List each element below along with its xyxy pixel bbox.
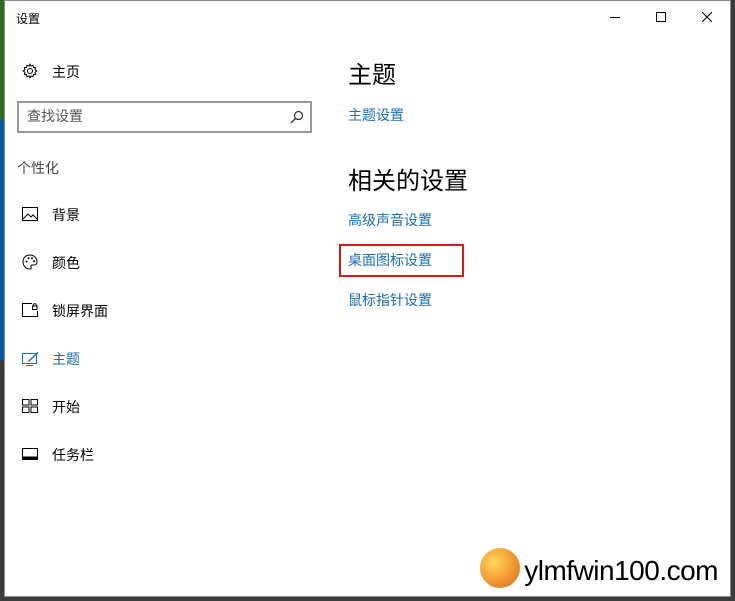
lock-screen-icon [21, 302, 39, 318]
palette-icon [21, 254, 39, 270]
sidebar-item-background[interactable]: 背景 [5, 194, 325, 234]
gear-icon [21, 63, 39, 79]
sidebar: 主页 个性化 背景 [5, 33, 325, 596]
watermark-logo-icon [480, 548, 521, 588]
sidebar-item-colors[interactable]: 颜色 [5, 242, 325, 282]
window-title: 设置 [16, 12, 41, 26]
desktop-icon-settings-link[interactable]: 桌面图标设置 [348, 250, 432, 270]
sidebar-item-theme[interactable]: 主题 [5, 338, 325, 378]
search-input[interactable] [27, 108, 277, 126]
sidebar-item-home[interactable]: 主页 [5, 51, 325, 91]
start-tiles-icon [21, 398, 39, 414]
advanced-sound-settings-link[interactable]: 高级声音设置 [348, 210, 432, 230]
sidebar-item-label: 颜色 [52, 256, 80, 272]
related-settings-heading: 相关的设置 [348, 167, 468, 195]
theme-settings-link[interactable]: 主题设置 [348, 105, 404, 125]
section-label: 个性化 [17, 161, 59, 177]
settings-window: 设置 主页 查找设置 个性化 背景 颜色 锁屏界面 主题 开始 任务栏 主题 主… [4, 0, 731, 597]
sidebar-item-start[interactable]: 开始 [5, 386, 325, 426]
minimize-button[interactable] [592, 1, 638, 33]
sidebar-item-label: 主页 [52, 65, 80, 81]
sidebar-item-label: 主题 [52, 352, 80, 368]
main-content: 主题 主题设置 相关的设置 高级声音设置 桌面图标设置 鼠标指针设置 [325, 33, 730, 596]
taskbar-icon [21, 446, 39, 462]
theme-heading: 主题 [348, 61, 396, 89]
search-icon[interactable] [290, 109, 304, 128]
maximize-button[interactable] [638, 1, 684, 33]
picture-icon [21, 206, 39, 222]
title-bar[interactable]: 设置 [5, 1, 730, 33]
close-button[interactable] [684, 1, 730, 33]
watermark: ylmfwin100.com [480, 548, 718, 588]
close-icon [702, 12, 712, 22]
minimize-icon [610, 17, 620, 18]
search-box[interactable] [17, 101, 312, 133]
sidebar-item-label: 锁屏界面 [52, 304, 108, 320]
mouse-pointer-settings-link[interactable]: 鼠标指针设置 [348, 290, 432, 310]
maximize-icon [656, 12, 666, 22]
watermark-text: ylmfwin100.com [524, 555, 718, 586]
theme-icon [21, 350, 39, 366]
sidebar-item-taskbar[interactable]: 任务栏 [5, 434, 325, 474]
sidebar-item-lock-screen[interactable]: 锁屏界面 [5, 290, 325, 330]
sidebar-item-label: 任务栏 [52, 448, 94, 464]
sidebar-item-label: 开始 [52, 400, 80, 416]
sidebar-item-label: 背景 [52, 208, 80, 224]
